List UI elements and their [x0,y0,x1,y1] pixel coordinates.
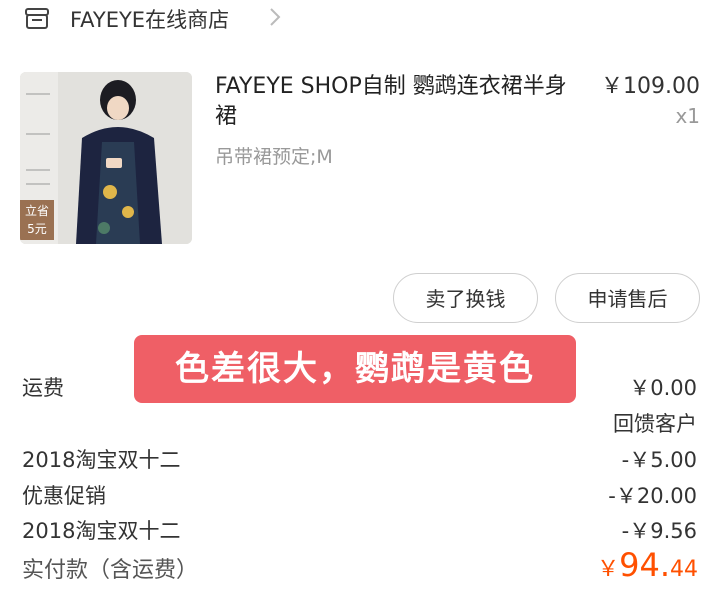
product-quantity: x1 [675,104,700,128]
discount-value: -￥9.56 [621,519,697,543]
shipping-label: 运费 [22,376,64,400]
total-integer: 94. [619,546,670,584]
discount-badge: 立省 5元 [20,200,54,240]
shop-header[interactable]: FAYEYE在线商店 [0,0,720,40]
total-label: 实付款（含运费） [22,558,199,583]
total-decimal: 44 [670,557,698,582]
total-currency: ￥ [597,557,620,582]
product-title[interactable]: FAYEYE SHOP自制 鹦鹉连衣裙半身裙 [215,72,575,132]
discount-label: 优惠促销 [22,484,106,508]
after-sale-button[interactable]: 申请售后 [555,273,700,323]
sell-button[interactable]: 卖了换钱 [393,273,538,323]
shop-icon [24,6,50,30]
discount-label: 2018淘宝双十二 [22,519,181,543]
product-price: ￥109.00 [601,74,700,99]
discount-value: -￥5.00 [621,448,697,472]
chevron-right-icon[interactable] [268,6,282,28]
discount-badge-bottom: 5元 [27,222,47,236]
discount-badge-top: 立省 [24,204,49,218]
feedback-label: 回馈客户 [613,412,697,436]
product-sku: 吊带裙预定;M [215,146,333,168]
shop-name[interactable]: FAYEYE在线商店 [70,4,229,34]
total-amount: ￥94.44 [540,546,698,584]
discount-value: -￥20.00 [608,484,697,508]
product-thumbnail[interactable]: 立省 5元 [20,72,192,244]
discount-label: 2018淘宝双十二 [22,448,181,472]
review-overlay-banner: 色差很大，鹦鹉是黄色 [134,335,576,403]
